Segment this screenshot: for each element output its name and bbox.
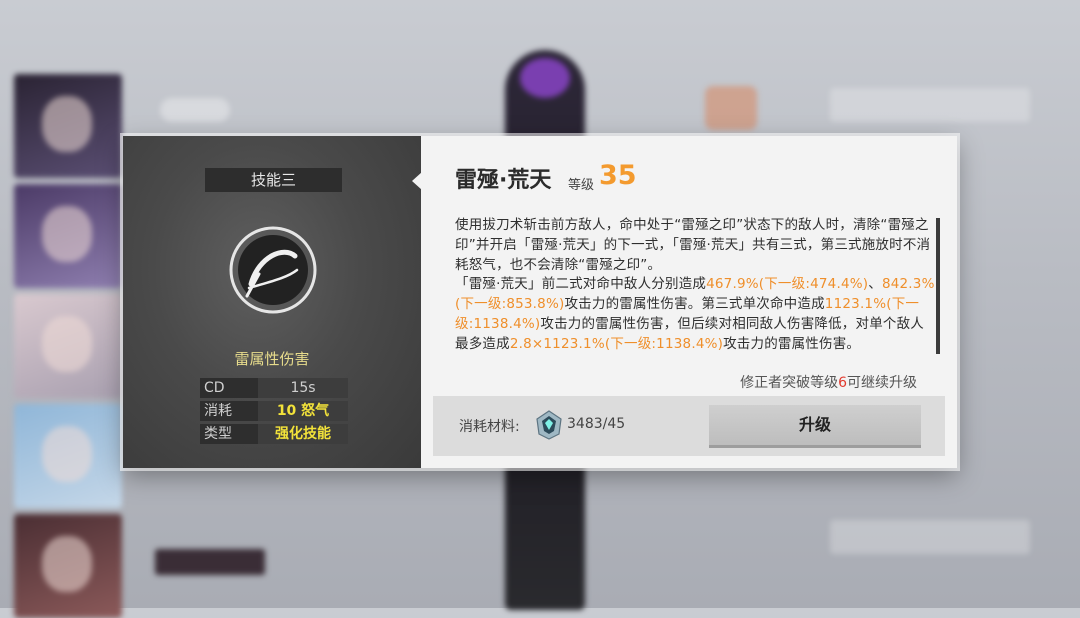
- character-portrait[interactable]: [14, 514, 122, 618]
- stat-key: 消耗: [200, 401, 258, 421]
- crystal-material-icon: [536, 410, 562, 440]
- slash-circle-icon: [229, 226, 317, 314]
- character-portrait[interactable]: [14, 74, 122, 178]
- background-nav-item: [160, 98, 230, 122]
- panel-pointer: [412, 172, 422, 190]
- stat-key: CD: [200, 378, 258, 398]
- character-roster: [14, 74, 126, 618]
- upgrade-bar: 消耗材料: 3483/45 升级: [433, 396, 945, 456]
- background-icon: [705, 86, 757, 130]
- damage-value: 467.9%(下一级:474.4%): [706, 276, 869, 293]
- stat-value: 强化技能: [258, 424, 348, 444]
- stat-value: 15s: [258, 378, 348, 398]
- skill-name: 雷殛·荒天: [455, 168, 552, 193]
- description-paragraph: 使用拔刀术斩击前方敌人，命中处于“雷殛之印”状态下的敌人时，清除“雷殛之印”并开…: [455, 217, 931, 273]
- level-label: 等级: [568, 178, 595, 193]
- stat-row-cost: 消耗 10 怒气: [200, 401, 348, 421]
- background-skill-entry: [830, 88, 1030, 122]
- materials-count: 3483/45: [567, 416, 626, 432]
- stat-value: 10 怒气: [258, 401, 348, 421]
- description-paragraph: 「雷殛·荒天」前二式对命中敌人分别造成467.9%(下一级:474.4%)、84…: [455, 275, 935, 354]
- stat-row-type: 类型 强化技能: [200, 424, 348, 444]
- skill-summary-panel: 技能三 雷属性伤害 CD 15s 消耗 10 怒气 类型 强化技能: [123, 136, 421, 468]
- materials-label: 消耗材料:: [459, 419, 520, 435]
- character-portrait[interactable]: [14, 184, 122, 288]
- stat-row-cd: CD 15s: [200, 378, 348, 398]
- description-text: 攻击力的雷属性伤害。第三式单次命中造成: [564, 296, 825, 313]
- damage-value: 2.8×1123.1%(下一级:1138.4%): [509, 335, 724, 352]
- damage-type-label: 雷属性伤害: [234, 350, 310, 368]
- skill-description[interactable]: 使用拔刀术斩击前方敌人，命中处于“雷殛之印”状态下的敌人时，清除“雷殛之印”并开…: [455, 216, 935, 356]
- character-portrait[interactable]: [14, 294, 122, 398]
- description-text: 、: [868, 276, 882, 293]
- description-text: 攻击力的雷属性伤害。: [723, 335, 861, 352]
- stat-key: 类型: [200, 424, 258, 444]
- hint-required-level: 6: [838, 375, 847, 391]
- skill-detail-dialog: 技能三 雷属性伤害 CD 15s 消耗 10 怒气 类型 强化技能 雷殛·荒天 …: [123, 136, 957, 468]
- description-scrollbar[interactable]: [936, 218, 940, 354]
- skill-stats-table: CD 15s 消耗 10 怒气 类型 强化技能: [200, 378, 348, 447]
- upgrade-hint: 修正者突破等级6可继续升级: [740, 372, 917, 392]
- skill-level: 35: [599, 160, 637, 191]
- description-text: 「雷殛·荒天」前二式对命中敌人分别造成: [455, 276, 707, 293]
- background-skill-entry: [830, 520, 1030, 554]
- upgrade-button[interactable]: 升级: [709, 405, 921, 448]
- character-model-horn: [520, 58, 570, 98]
- hint-text: 可继续升级: [847, 375, 917, 391]
- background-tag: [155, 549, 265, 575]
- skill-slot-label: 技能三: [205, 168, 342, 192]
- character-portrait[interactable]: [14, 404, 122, 508]
- skill-detail-panel: 雷殛·荒天 等级 35 使用拔刀术斩击前方敌人，命中处于“雷殛之印”状态下的敌人…: [421, 136, 957, 468]
- hint-text: 修正者突破等级: [740, 375, 839, 391]
